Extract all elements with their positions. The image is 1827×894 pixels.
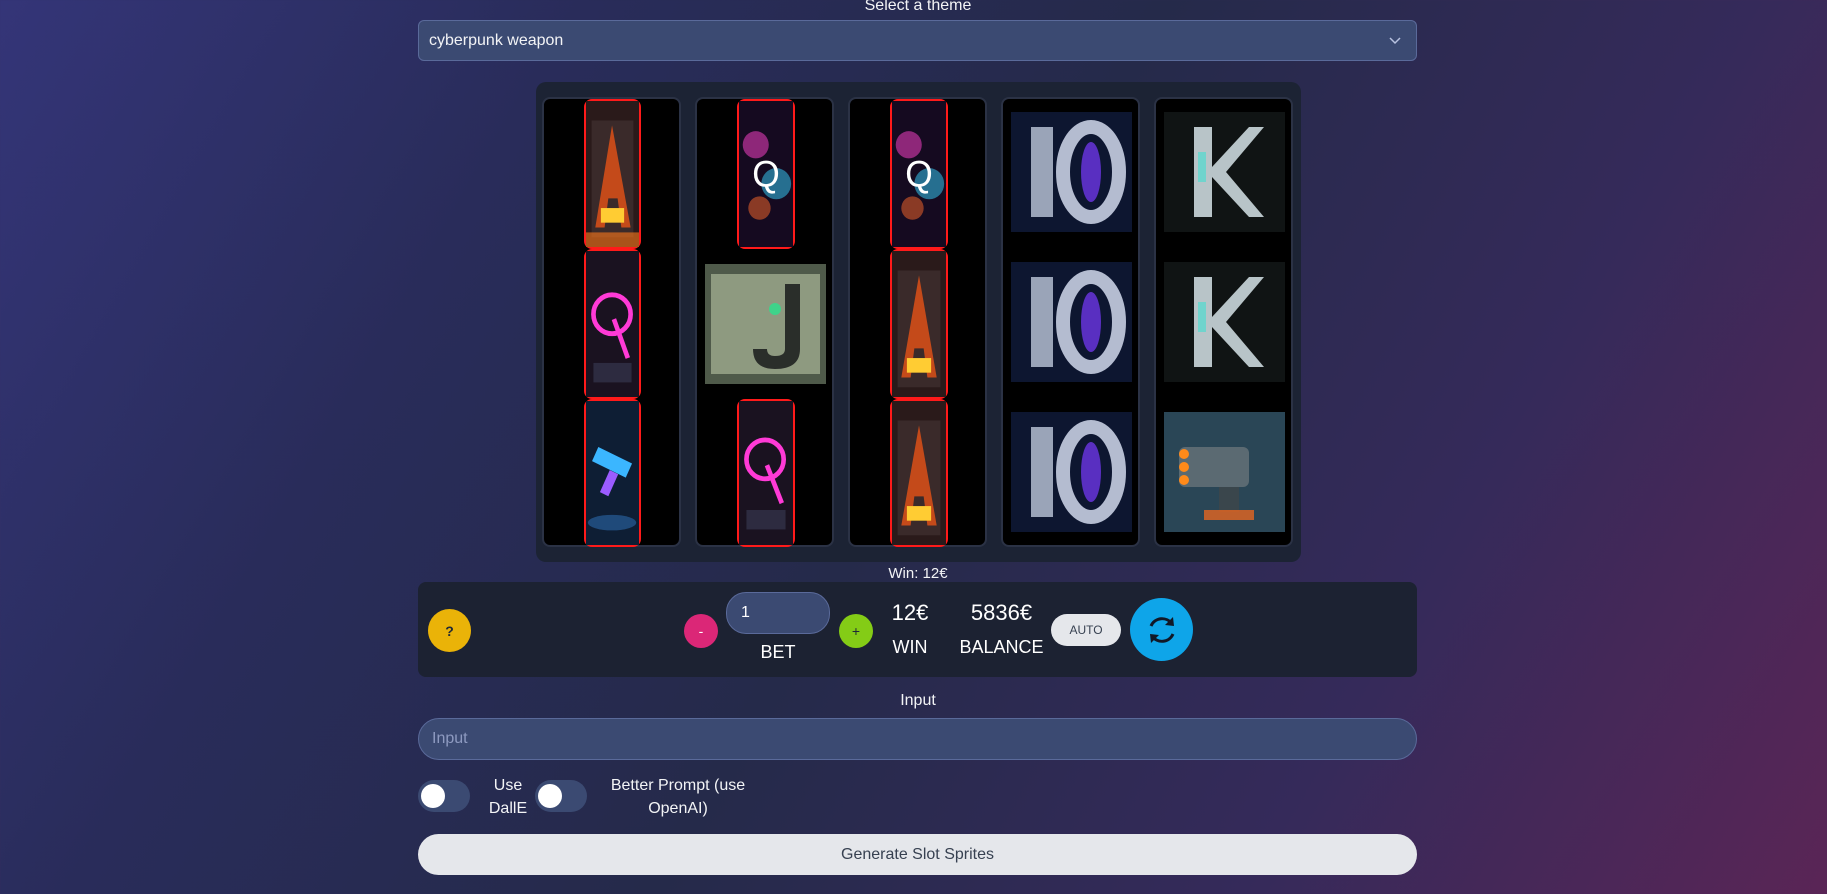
symbol-q xyxy=(584,249,641,399)
balance-label: BALANCE xyxy=(959,637,1044,657)
symbol-k xyxy=(1164,262,1285,382)
symbol-a xyxy=(584,99,641,249)
reel-5 xyxy=(1154,97,1293,547)
symbol-10 xyxy=(1011,112,1132,232)
symbol-j xyxy=(705,264,826,384)
win-text: Win: 12€ xyxy=(888,565,948,582)
chevron-down-icon xyxy=(1389,37,1401,45)
symbol-a xyxy=(890,249,948,399)
symbol-q-fireworks: Q xyxy=(890,99,948,249)
better-prompt-label-line-1: Better Prompt (use xyxy=(610,777,746,794)
reel-2: Q xyxy=(695,97,834,547)
use-dalle-label: Use DallE xyxy=(482,774,534,820)
toggle-knob xyxy=(421,784,445,808)
prompt-input[interactable]: Input xyxy=(418,718,1417,760)
symbol-a xyxy=(890,399,948,547)
spin-button[interactable] xyxy=(1130,598,1193,661)
symbol-gun xyxy=(584,399,641,547)
reel-4 xyxy=(1001,97,1140,547)
better-prompt-label: Better Prompt (use OpenAI) xyxy=(598,774,758,820)
symbol-q xyxy=(737,399,795,547)
reel-3: Q xyxy=(848,97,987,547)
use-dalle-label-line-2: DallE xyxy=(488,800,528,817)
better-prompt-label-line-2: OpenAI) xyxy=(648,800,708,817)
increase-bet-button[interactable]: + xyxy=(839,614,873,648)
better-prompt-toggle[interactable] xyxy=(535,780,587,812)
bet-input[interactable]: 1 xyxy=(726,592,830,634)
theme-label: Select a theme xyxy=(864,0,972,14)
decrease-bet-button[interactable]: - xyxy=(684,614,718,648)
bet-label: BET xyxy=(760,642,796,662)
symbol-10 xyxy=(1011,412,1132,532)
symbol-cannon xyxy=(1164,412,1285,532)
slot-reels: Q Q xyxy=(536,82,1301,562)
symbol-10 xyxy=(1011,262,1132,382)
symbol-q-fireworks: Q xyxy=(737,99,795,249)
svg-text:Q: Q xyxy=(752,153,780,195)
reel-1 xyxy=(542,97,681,547)
use-dalle-toggle[interactable] xyxy=(418,780,470,812)
theme-select[interactable]: cyberpunk weapon xyxy=(418,20,1417,61)
input-label: Input xyxy=(900,692,936,709)
use-dalle-label-line-1: Use xyxy=(493,777,523,794)
win-label: WIN xyxy=(892,637,928,657)
theme-select-value: cyberpunk weapon xyxy=(429,31,564,49)
help-button[interactable]: ? xyxy=(428,609,471,652)
balance-value: 5836€ xyxy=(970,600,1033,625)
win-value: 12€ xyxy=(891,600,929,625)
toggle-knob xyxy=(538,784,562,808)
auto-spin-button[interactable]: AUTO xyxy=(1051,614,1121,646)
symbol-k xyxy=(1164,112,1285,232)
svg-text:Q: Q xyxy=(905,153,933,195)
refresh-icon xyxy=(1149,616,1174,643)
generate-sprites-button[interactable]: Generate Slot Sprites xyxy=(418,834,1417,875)
control-bar: ? - 1 BET + 12€ WIN 5836€ BALANCE AUTO xyxy=(418,582,1417,677)
